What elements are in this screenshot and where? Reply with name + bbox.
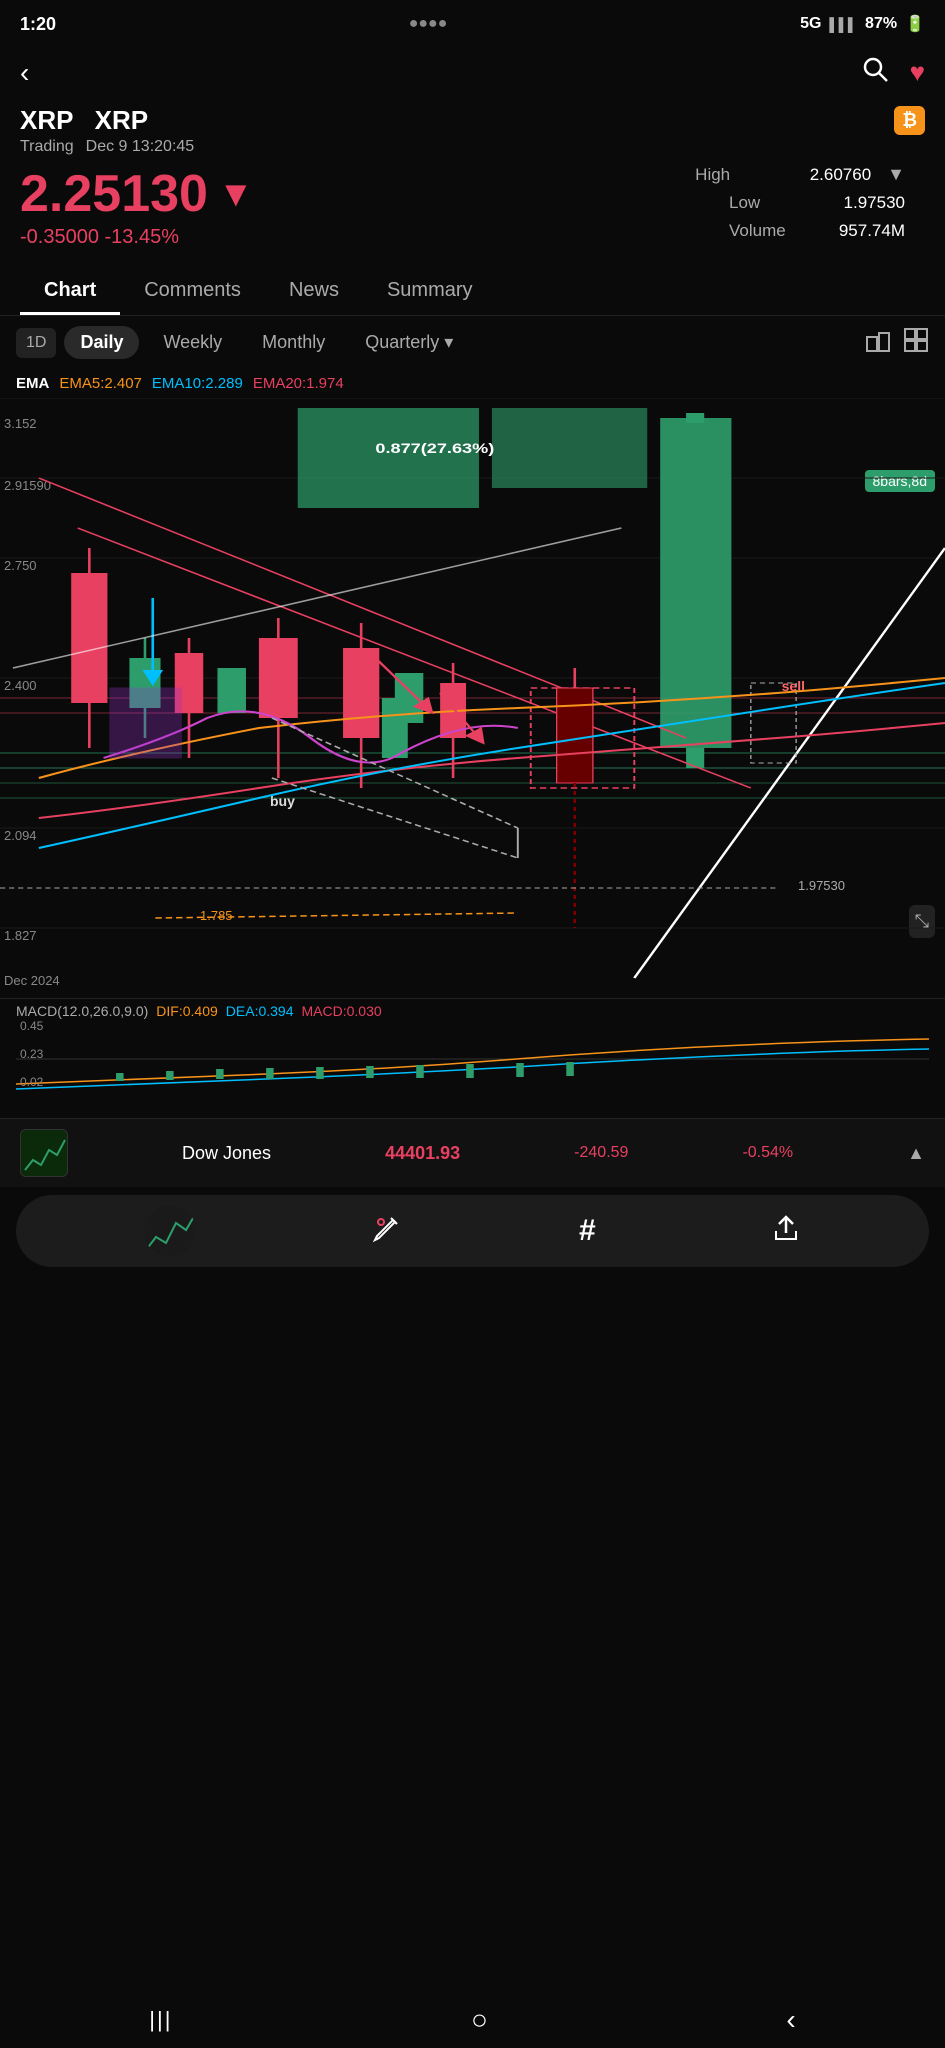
ticker-expand-icon[interactable]: ▲	[907, 1143, 925, 1164]
header-actions: ♥	[860, 54, 925, 91]
status-right: 5G ▌▌▌ 87% 🔋	[800, 14, 925, 34]
timeframe-1d[interactable]: 1D	[16, 328, 56, 358]
android-nav: ||| ○ ‹	[0, 1992, 945, 2048]
ticker-name: Dow Jones	[182, 1143, 271, 1164]
chart-controls: 1D Daily Weekly Monthly Quarterly ▾	[0, 316, 945, 369]
high-row: High 2.60760 ▼	[695, 164, 905, 185]
low-row: Low 1.97530	[729, 193, 905, 213]
bottom-nav: #	[16, 1195, 929, 1267]
ticker-price: 44401.93	[385, 1143, 460, 1164]
macd-value: MACD:0.030	[302, 1003, 382, 1019]
price-direction-icon: ▼	[218, 173, 254, 215]
status-time: 1:20	[20, 14, 56, 35]
grid-tool[interactable]	[903, 327, 929, 359]
ticker-thumbnail	[20, 1129, 68, 1177]
header-nav: ‹ ♥	[0, 44, 945, 101]
high-label: High	[695, 165, 765, 185]
ema20-label: EMA20:1.974	[253, 375, 344, 392]
asset-subtitle: Trading Dec 9 13:20:45	[20, 138, 925, 156]
ema10-label: EMA10:2.289	[152, 375, 243, 392]
tab-summary[interactable]: Summary	[363, 269, 497, 315]
macd-level-002: 0.02	[20, 1075, 43, 1089]
tab-chart[interactable]: Chart	[20, 269, 120, 315]
asset-info: XRP XRP ₿ Trading Dec 9 13:20:45	[0, 101, 945, 156]
nav-avatar[interactable]	[144, 1205, 196, 1257]
price-change: -0.35000 -13.45%	[20, 226, 254, 249]
search-icon	[860, 54, 890, 84]
period-daily[interactable]: Daily	[64, 326, 139, 359]
compare-tool[interactable]	[865, 327, 891, 359]
signal-label: 5G	[800, 15, 821, 33]
battery-label: 87%	[865, 15, 897, 33]
macd-chart-container: 0.45 0.23 0.02	[16, 1019, 929, 1104]
volume-label: Volume	[729, 221, 799, 241]
hashtag-button[interactable]: #	[579, 1214, 596, 1248]
ticker-pct: -0.54%	[742, 1144, 793, 1162]
status-bar: 1:20 ●●●● 5G ▌▌▌ 87% 🔋	[0, 0, 945, 44]
svg-text:0.877(27.63%): 0.877(27.63%)	[375, 441, 494, 457]
price-left: 2.25130 ▼ -0.35000 -13.45%	[20, 164, 254, 249]
status-icons: ●●●●	[409, 15, 448, 33]
android-menu-button[interactable]: |||	[149, 2007, 172, 2033]
trading-time: Dec 9 13:20:45	[86, 138, 195, 156]
tab-news[interactable]: News	[265, 269, 363, 315]
period-monthly[interactable]: Monthly	[246, 326, 341, 359]
price-section: 2.25130 ▼ -0.35000 -13.45% High 2.60760 …	[0, 156, 945, 259]
ticker-change: -240.59	[574, 1144, 628, 1162]
low-value: 1.97530	[815, 193, 905, 213]
macd-svg	[16, 1019, 929, 1099]
android-back-button[interactable]: ‹	[786, 2004, 795, 2036]
volume-value: 957.74M	[815, 221, 905, 241]
expand-icon[interactable]: ▼	[887, 164, 905, 185]
tabs: Chart Comments News Summary	[0, 259, 945, 316]
chart-area[interactable]: 3.152 2.91590 2.750 2.400 2.094 1.827 De…	[0, 398, 945, 998]
favorite-button[interactable]: ♥	[910, 57, 925, 88]
edit-post-button[interactable]	[371, 1212, 403, 1251]
period-weekly[interactable]: Weekly	[147, 326, 238, 359]
ema-label: EMA	[16, 375, 49, 392]
ema-bar: EMA EMA5:2.407 EMA10:2.289 EMA20:1.974	[0, 369, 945, 398]
low-label: Low	[729, 193, 799, 213]
macd-area: MACD(12.0,26.0,9.0) DIF:0.409 DEA:0.394 …	[0, 998, 945, 1118]
trading-label: Trading	[20, 138, 74, 156]
macd-level-045: 0.45	[20, 1019, 43, 1033]
macd-dif: DIF:0.409	[156, 1003, 217, 1019]
price-stats: High 2.60760 ▼ Low 1.97530 Volume 957.74…	[695, 164, 925, 241]
tab-comments[interactable]: Comments	[120, 269, 265, 315]
macd-dea: DEA:0.394	[226, 1003, 294, 1019]
asset-symbol: XRP XRP	[20, 105, 148, 136]
share-button[interactable]	[771, 1213, 801, 1250]
high-value: 2.60760	[781, 165, 871, 185]
bottom-ticker: Dow Jones 44401.93 -240.59 -0.54% ▲	[0, 1118, 945, 1187]
volume-row: Volume 957.74M	[729, 221, 905, 241]
back-button[interactable]: ‹	[20, 57, 29, 89]
macd-header: MACD(12.0,26.0,9.0) DIF:0.409 DEA:0.394 …	[16, 1003, 929, 1019]
chart-svg: 0.877(27.63%)	[0, 398, 945, 998]
ema5-label: EMA5:2.407	[59, 375, 142, 392]
period-quarterly[interactable]: Quarterly ▾	[349, 326, 469, 359]
price-value: 2.25130	[20, 164, 208, 224]
macd-label: MACD(12.0,26.0,9.0)	[16, 1003, 148, 1019]
android-home-button[interactable]: ○	[471, 2004, 488, 2036]
bitcoin-badge: ₿	[894, 106, 925, 135]
search-button[interactable]	[860, 54, 890, 91]
macd-level-023: 0.23	[20, 1047, 43, 1061]
main-price: 2.25130 ▼	[20, 164, 254, 224]
chart-tools	[865, 327, 929, 359]
